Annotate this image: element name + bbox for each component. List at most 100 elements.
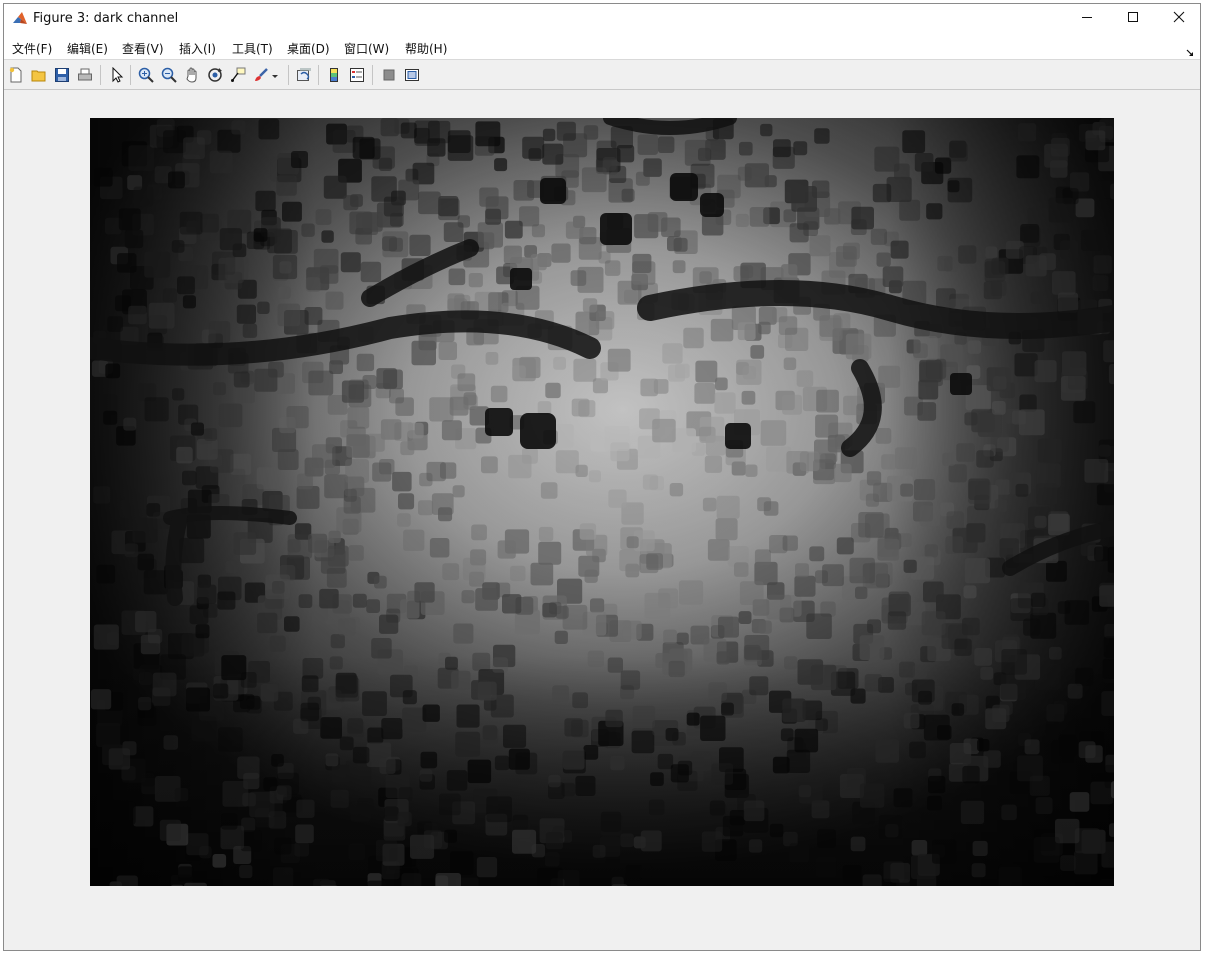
brush-dropdown-icon[interactable] bbox=[270, 66, 280, 84]
image-texture-block bbox=[171, 884, 184, 886]
zoom-out-icon[interactable] bbox=[160, 66, 178, 84]
hide-plot-tools-icon[interactable] bbox=[380, 66, 398, 84]
image-texture-block bbox=[954, 638, 972, 656]
image-texture-block bbox=[271, 754, 284, 767]
image-texture-block bbox=[548, 774, 561, 788]
image-texture-block bbox=[833, 463, 852, 483]
image-texture-block bbox=[971, 863, 986, 878]
image-texture-block bbox=[371, 176, 397, 202]
legend-icon[interactable] bbox=[348, 66, 366, 84]
image-texture-block bbox=[512, 365, 526, 380]
image-texture-block bbox=[648, 799, 665, 816]
image-texture-block bbox=[669, 483, 684, 497]
image-texture-block bbox=[563, 748, 585, 770]
image-texture-block bbox=[653, 379, 669, 394]
image-texture-block bbox=[472, 652, 491, 671]
show-plot-tools-icon[interactable] bbox=[403, 66, 421, 84]
dark-channel-image[interactable] bbox=[90, 118, 1114, 886]
menu-insert[interactable]: 插入(I) bbox=[179, 40, 216, 57]
image-texture-block bbox=[639, 865, 653, 879]
image-texture-block bbox=[600, 811, 621, 832]
image-texture-block bbox=[254, 368, 278, 392]
image-texture-block bbox=[376, 368, 398, 389]
zoom-in-icon[interactable] bbox=[137, 66, 155, 84]
image-texture-block bbox=[694, 383, 716, 404]
image-texture-block bbox=[1060, 240, 1079, 259]
pointer-icon[interactable] bbox=[108, 66, 126, 84]
menu-desktop[interactable]: 桌面(D) bbox=[287, 40, 330, 57]
image-texture-block bbox=[477, 681, 497, 701]
image-texture-block bbox=[486, 796, 512, 823]
image-texture-block bbox=[990, 280, 1007, 296]
image-texture-block bbox=[946, 511, 964, 529]
image-texture-block bbox=[209, 150, 233, 174]
image-texture-block bbox=[1094, 546, 1109, 562]
image-texture-block bbox=[977, 739, 990, 752]
image-texture-block bbox=[824, 208, 841, 225]
image-texture-block bbox=[745, 464, 758, 477]
image-texture-block bbox=[1098, 444, 1111, 457]
image-texture-block bbox=[90, 689, 112, 710]
image-texture-block bbox=[455, 731, 481, 757]
image-texture-block bbox=[190, 422, 204, 436]
menu-window[interactable]: 窗口(W) bbox=[344, 40, 389, 57]
close-button[interactable] bbox=[1156, 4, 1202, 34]
image-texture-block bbox=[386, 608, 401, 623]
image-texture-block bbox=[321, 230, 334, 243]
image-texture-block bbox=[163, 735, 178, 750]
image-texture-block bbox=[980, 666, 994, 680]
link-plot-icon[interactable] bbox=[295, 66, 313, 84]
menu-file[interactable]: 文件(F) bbox=[12, 40, 52, 57]
image-texture-block bbox=[714, 392, 736, 414]
minimize-button[interactable] bbox=[1064, 4, 1110, 34]
image-texture-block bbox=[325, 291, 344, 310]
new-figure-icon[interactable] bbox=[7, 66, 25, 84]
menu-tools[interactable]: 工具(T) bbox=[232, 40, 273, 57]
save-icon[interactable] bbox=[53, 66, 71, 84]
open-file-icon[interactable] bbox=[30, 66, 48, 84]
image-texture-block bbox=[976, 450, 994, 468]
print-icon[interactable] bbox=[76, 66, 94, 84]
title-bar[interactable]: Figure 3: dark channel bbox=[4, 4, 1200, 34]
image-texture-block bbox=[186, 833, 209, 856]
colorbar-icon[interactable] bbox=[325, 66, 343, 84]
image-texture-block bbox=[242, 323, 258, 338]
image-texture-block bbox=[553, 356, 566, 370]
brush-icon[interactable] bbox=[252, 66, 270, 84]
image-texture-block bbox=[233, 371, 250, 388]
image-texture-block bbox=[407, 422, 424, 439]
image-texture-block bbox=[291, 151, 308, 168]
maximize-button[interactable] bbox=[1110, 4, 1156, 34]
image-texture-block bbox=[960, 800, 985, 824]
image-texture-block bbox=[397, 811, 412, 827]
menu-edit[interactable]: 编辑(E) bbox=[67, 40, 108, 57]
image-texture-block bbox=[362, 691, 387, 716]
image-texture-block bbox=[1035, 797, 1053, 814]
image-texture-block bbox=[744, 163, 769, 188]
image-texture-block bbox=[301, 223, 315, 237]
image-texture-block bbox=[676, 632, 689, 645]
image-texture-block bbox=[510, 565, 526, 582]
image-texture-block bbox=[836, 537, 854, 555]
image-texture-block bbox=[962, 765, 980, 784]
figure-toolbar bbox=[4, 60, 1200, 90]
image-texture-block bbox=[1092, 275, 1109, 291]
image-texture-block bbox=[845, 333, 872, 360]
image-texture-block bbox=[817, 829, 836, 848]
image-texture-block bbox=[1085, 130, 1106, 151]
rotate-3d-icon[interactable] bbox=[206, 66, 224, 84]
image-texture-block bbox=[611, 884, 628, 886]
image-texture-block bbox=[231, 120, 246, 135]
image-texture-block bbox=[967, 340, 982, 354]
menu-help[interactable]: 帮助(H) bbox=[405, 40, 447, 57]
image-texture-block bbox=[124, 229, 144, 249]
image-texture-block bbox=[538, 526, 554, 542]
image-texture-block bbox=[715, 518, 738, 541]
pan-icon[interactable] bbox=[183, 66, 201, 84]
menu-view[interactable]: 查看(V) bbox=[122, 40, 164, 57]
image-texture-block bbox=[590, 598, 605, 613]
image-texture-block bbox=[642, 474, 659, 490]
image-texture-block bbox=[96, 722, 121, 747]
data-cursor-icon[interactable] bbox=[229, 66, 247, 84]
image-texture-block bbox=[918, 690, 932, 705]
